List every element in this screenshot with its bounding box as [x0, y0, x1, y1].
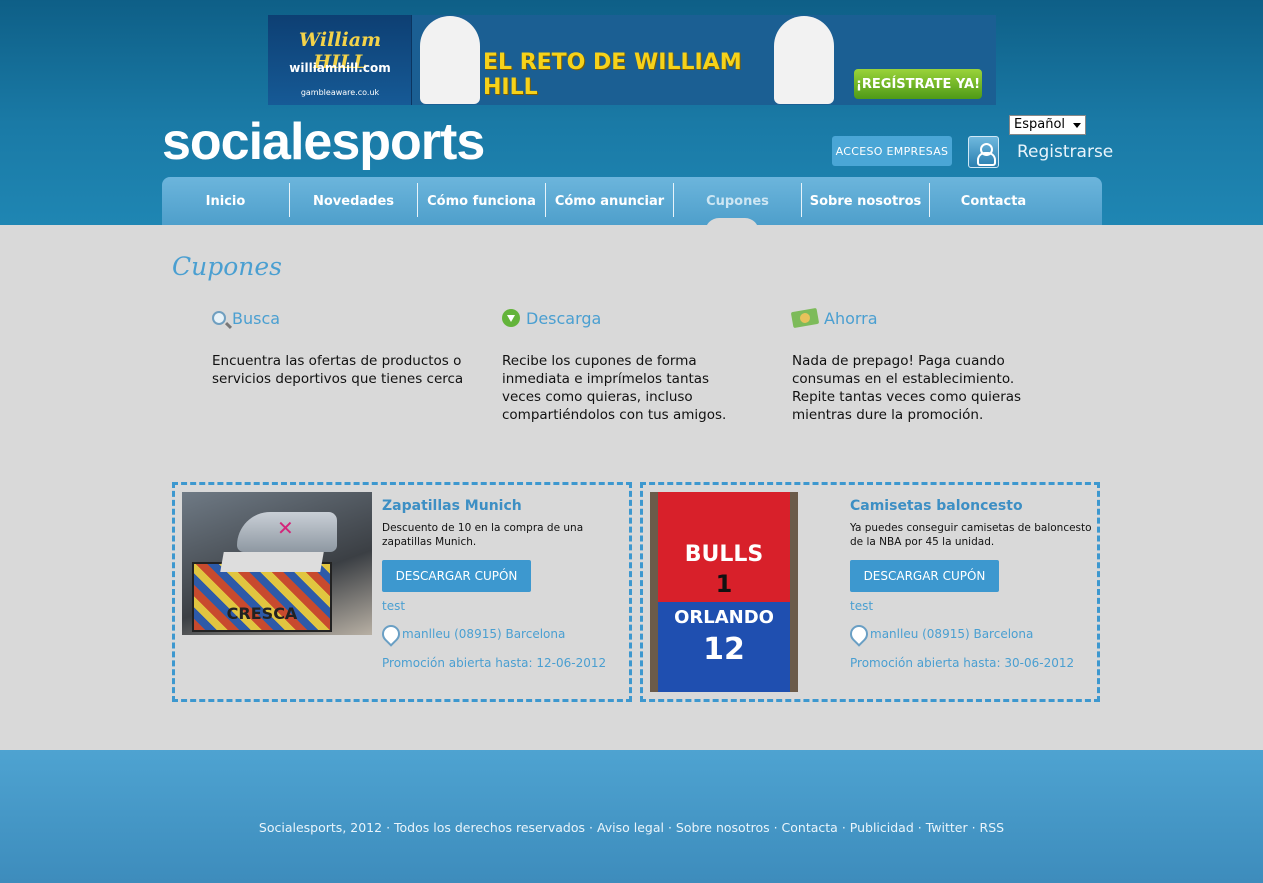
coupon-location: manlleu (08915) Barcelona — [850, 625, 1033, 643]
feature-title: Busca — [232, 308, 281, 328]
feature-busca: Busca Encuentra las ofertas de productos… — [212, 308, 472, 388]
feature-ahorra: Ahorra Nada de prepago! Paga cuando cons… — [790, 307, 1042, 424]
coupon-date: Promoción abierta hasta: 30-06-2012 — [850, 656, 1075, 670]
coupon-title[interactable]: Zapatillas Munich — [382, 498, 522, 514]
footer-links: Socialesports, 2012 · Todos los derechos… — [258, 820, 1005, 835]
coupon-image-text: CRESCA — [226, 604, 298, 623]
nav-item-sobre-nosotros[interactable]: Sobre nosotros — [802, 177, 929, 225]
feature-descarga: Descarga Recibe los cupones de forma inm… — [502, 308, 742, 424]
jersey-text-bottom: ORLANDO — [674, 607, 774, 628]
footer-link-sobre-nosotros[interactable]: Sobre nosotros — [676, 820, 770, 835]
coupon-card: BULLS 1 ORLANDO 12 Camisetas baloncesto … — [640, 482, 1100, 702]
banner-caricature-left — [420, 16, 480, 104]
feature-description: Recibe los cupones de forma inmediata e … — [502, 353, 727, 423]
language-select[interactable]: Español — [1009, 115, 1086, 135]
footer-link-publicidad[interactable]: Publicidad — [850, 820, 914, 835]
nav-item-novedades[interactable]: Novedades — [290, 177, 417, 225]
empresas-button[interactable]: ACCESO EMPRESAS — [832, 136, 952, 166]
main-nav: Inicio Novedades Cómo funciona Cómo anun… — [162, 177, 1102, 225]
footer-copyright: Socialesports, 2012 — [258, 820, 383, 835]
banner-gamble-text: gambleaware.co.uk — [300, 88, 380, 97]
footer-link-derechos[interactable]: Todos los derechos reservados — [394, 820, 585, 835]
banner-brand-panel: William HILL williamhill.com gambleaware… — [268, 15, 412, 105]
download-coupon-button[interactable]: DESCARGAR CUPÓN — [850, 560, 999, 592]
page-title: Cupones — [172, 252, 283, 281]
header: William HILL williamhill.com gambleaware… — [0, 0, 1263, 225]
money-icon — [790, 307, 820, 329]
shoe-image — [237, 512, 337, 552]
coupon-image[interactable]: BULLS 1 ORLANDO 12 — [650, 492, 798, 692]
feature-description: Encuentra las ofertas de productos o ser… — [212, 353, 464, 387]
banner-title: EL RETO DE WILLIAM HILL — [483, 50, 742, 100]
coupon-description: Descuento de 10 en la compra de una zapa… — [382, 522, 584, 548]
nav-item-contacta[interactable]: Contacta — [930, 177, 1057, 225]
jersey-number-bottom: 12 — [703, 632, 745, 667]
feature-description: Nada de prepago! Paga cuando consumas en… — [792, 353, 1022, 423]
banner-cta-button[interactable]: ¡REGÍSTRATE YA! — [854, 69, 982, 99]
feature-title: Ahorra — [824, 308, 878, 328]
banner-url: williamhill.com — [289, 61, 391, 75]
ad-banner[interactable]: William HILL williamhill.com gambleaware… — [268, 15, 996, 105]
nav-active-indicator — [705, 218, 759, 232]
download-icon — [502, 309, 520, 327]
jersey-text-top: BULLS — [684, 542, 764, 567]
location-pin-icon — [382, 625, 396, 643]
language-select-value: Español — [1014, 117, 1066, 132]
footer-link-contacta[interactable]: Contacta — [782, 820, 838, 835]
user-icon[interactable] — [968, 136, 999, 168]
footer-link-twitter[interactable]: Twitter — [926, 820, 968, 835]
coupon-title[interactable]: Camisetas baloncesto — [850, 498, 1023, 514]
nav-item-como-anunciar[interactable]: Cómo anunciar — [546, 177, 673, 225]
coupon-location-text: manlleu (08915) Barcelona — [870, 627, 1034, 641]
search-icon — [212, 311, 226, 325]
coupon-description: Ya puedes conseguir camisetas de balonce… — [850, 522, 1092, 548]
coupon-date: Promoción abierta hasta: 12-06-2012 — [382, 656, 607, 670]
footer-link-aviso-legal[interactable]: Aviso legal — [597, 820, 664, 835]
coupon-image[interactable]: CRESCA — [182, 492, 372, 635]
banner-caricature-right — [774, 16, 834, 104]
footer-link-rss[interactable]: RSS — [980, 820, 1005, 835]
coupon-card: CRESCA Zapatillas Munich Descuento de 10… — [172, 482, 632, 702]
coupon-tag[interactable]: test — [850, 599, 873, 613]
chevron-down-icon — [1073, 123, 1081, 128]
location-pin-icon — [850, 625, 864, 643]
site-logo[interactable]: socialesports — [162, 112, 485, 172]
coupon-location-text: manlleu (08915) Barcelona — [402, 627, 566, 641]
nav-item-como-funciona[interactable]: Cómo funciona — [418, 177, 545, 225]
coupon-location: manlleu (08915) Barcelona — [382, 625, 565, 643]
coupon-tag[interactable]: test — [382, 599, 405, 613]
feature-title: Descarga — [526, 308, 602, 328]
nav-item-inicio[interactable]: Inicio — [162, 177, 289, 225]
register-link[interactable]: Registrarse — [1017, 142, 1113, 162]
jersey-number-top: 1 — [715, 570, 733, 598]
footer: Socialesports, 2012 · Todos los derechos… — [0, 750, 1263, 883]
download-coupon-button[interactable]: DESCARGAR CUPÓN — [382, 560, 531, 592]
